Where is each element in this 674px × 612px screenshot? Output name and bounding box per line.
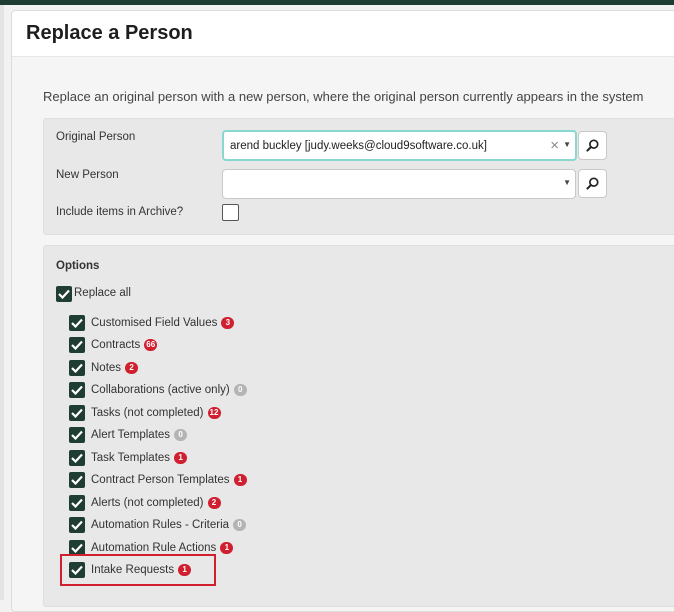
option-label: Automation Rule Actions — [91, 542, 217, 554]
option-checkbox[interactable] — [69, 360, 85, 376]
option-checkbox[interactable] — [69, 315, 85, 331]
count-badge: 1 — [220, 542, 234, 554]
replace-all-checkbox[interactable] — [56, 286, 72, 302]
count-badge: 1 — [233, 474, 247, 486]
option-item: Automation Rules - Criteria 0 — [91, 519, 247, 531]
replace-all-label: Replace all — [74, 287, 131, 299]
option-label: Tasks (not completed) — [91, 407, 204, 419]
checkmark-icon — [71, 430, 83, 440]
left-edge — [0, 5, 4, 600]
option-checkbox[interactable] — [69, 427, 85, 443]
option-item: Alerts (not completed) 2 — [91, 497, 221, 509]
include-archive-checkbox[interactable] — [222, 204, 239, 221]
count-badge: 2 — [125, 362, 139, 374]
checkmark-icon — [71, 363, 83, 373]
checkmark-icon — [71, 340, 83, 350]
option-label: Task Templates — [91, 452, 171, 464]
chevron-down-icon[interactable]: ▼ — [563, 178, 571, 187]
option-item: Contracts 66 — [91, 339, 158, 351]
option-item: Notes 2 — [91, 362, 139, 374]
option-item: Collaborations (active only) 0 — [91, 384, 247, 396]
option-label: Automation Rules - Criteria — [91, 519, 230, 531]
page-description: Replace an original person with a new pe… — [43, 89, 644, 104]
new-person-search-button[interactable] — [578, 169, 607, 198]
checkmark-icon — [71, 385, 83, 395]
option-checkbox[interactable] — [69, 495, 85, 511]
count-badge: 3 — [221, 317, 235, 329]
new-person-label: New Person — [56, 169, 119, 181]
option-item: Task Templates 1 — [91, 452, 188, 464]
option-label: Alerts (not completed) — [91, 497, 204, 509]
option-label: Notes — [91, 362, 122, 374]
checkmark-icon — [71, 520, 83, 530]
option-item: Tasks (not completed) 12 — [91, 407, 221, 419]
option-checkbox[interactable] — [69, 472, 85, 488]
search-icon — [586, 139, 599, 152]
checkmark-icon — [71, 408, 83, 418]
highlight-box — [60, 554, 216, 586]
count-badge: 0 — [174, 429, 188, 441]
count-badge: 0 — [233, 384, 247, 396]
new-person-select[interactable]: ▼ — [222, 169, 576, 199]
option-label: Alert Templates — [91, 429, 171, 441]
original-person-label: Original Person — [56, 131, 136, 143]
count-badge: 12 — [207, 407, 221, 419]
checkmark-icon — [71, 453, 83, 463]
count-badge: 1 — [174, 452, 188, 464]
original-person-select[interactable]: arend buckley [judy.weeks@cloud9software… — [222, 130, 577, 161]
option-checkbox[interactable] — [69, 337, 85, 353]
option-item: Contract Person Templates 1 — [91, 474, 247, 486]
top-bar — [0, 0, 674, 5]
option-label: Customised Field Values — [91, 317, 218, 329]
option-label: Collaborations (active only) — [91, 384, 230, 396]
checkmark-icon — [71, 475, 83, 485]
clear-icon[interactable]: × — [550, 137, 559, 154]
option-item: Alert Templates 0 — [91, 429, 188, 441]
checkmark-icon — [71, 318, 83, 328]
option-label: Contract Person Templates — [91, 474, 230, 486]
original-person-value: arend buckley [judy.weeks@cloud9software… — [230, 140, 487, 152]
checkmark-icon — [58, 289, 70, 299]
option-checkbox[interactable] — [69, 517, 85, 533]
option-checkbox[interactable] — [69, 405, 85, 421]
count-badge: 66 — [144, 339, 158, 351]
count-badge: 0 — [233, 519, 247, 531]
search-icon — [586, 177, 599, 190]
panel-header: Replace a Person — [12, 11, 674, 57]
count-badge: 2 — [207, 497, 221, 509]
option-checkbox[interactable] — [69, 450, 85, 466]
option-item: Automation Rule Actions 1 — [91, 542, 234, 554]
include-archive-label: Include items in Archive? — [56, 206, 184, 218]
chevron-down-icon[interactable]: ▼ — [563, 140, 571, 149]
page-title: Replace a Person — [26, 22, 193, 44]
option-label: Contracts — [91, 339, 141, 351]
option-item: Customised Field Values 3 — [91, 317, 235, 329]
option-checkbox[interactable] — [69, 382, 85, 398]
checkmark-icon — [71, 498, 83, 508]
checkmark-icon — [71, 543, 83, 553]
options-title: Options — [56, 260, 100, 272]
original-person-search-button[interactable] — [578, 131, 607, 160]
